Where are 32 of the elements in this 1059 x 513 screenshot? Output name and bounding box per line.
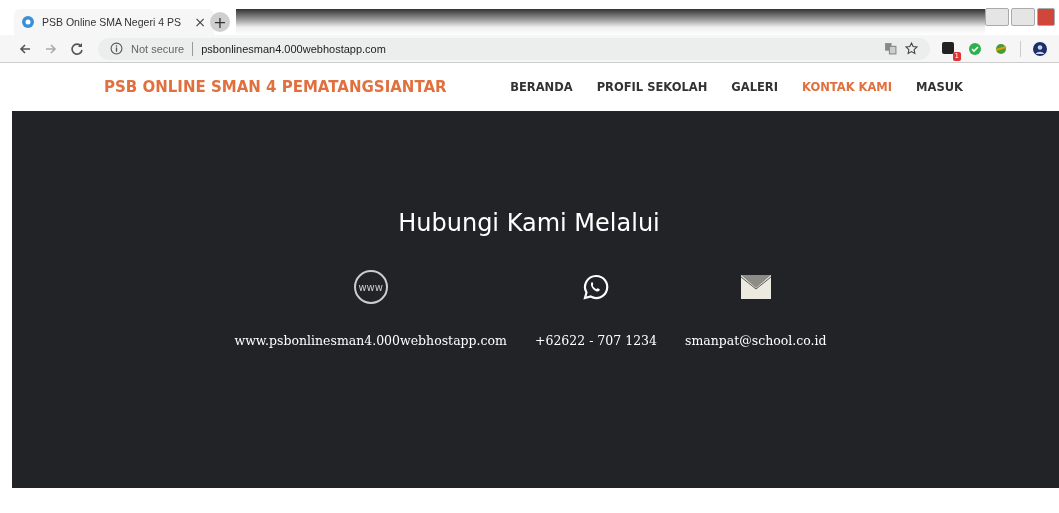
whatsapp-icon — [582, 273, 610, 301]
contact-text: +62622 - 707 1234 — [534, 333, 657, 348]
address-bar[interactable]: Not secure psbonlinesman4.000webhostapp.com — [98, 37, 930, 60]
nav-link[interactable]: GALERI — [731, 80, 778, 94]
contact-text: smanpat@school.co.id — [685, 333, 827, 348]
nav-link[interactable]: BERANDA — [510, 80, 573, 94]
minimize-button[interactable] — [985, 8, 1009, 26]
browser-tab[interactable]: PSB Online SMA Negeri 4 PS × — [14, 9, 214, 35]
back-icon[interactable] — [18, 41, 32, 56]
forward-icon[interactable] — [44, 41, 58, 56]
globe-icon[interactable] — [994, 41, 1008, 56]
reload-icon[interactable] — [70, 41, 84, 56]
security-label: Not secure — [131, 42, 185, 55]
close-button[interactable] — [1037, 8, 1055, 26]
star-icon[interactable] — [905, 42, 918, 55]
section-heading: Hubungi Kami Melalui — [398, 209, 660, 237]
avatar-icon[interactable] — [1033, 41, 1047, 56]
close-tab-button[interactable]: × — [194, 14, 206, 30]
web-icon: www — [353, 270, 388, 304]
maximize-button[interactable] — [1011, 8, 1035, 26]
info-icon — [110, 42, 123, 55]
tab-title: PSB Online SMA Negeri 4 PS — [42, 16, 182, 28]
site-favicon-icon — [22, 16, 34, 28]
translate-icon[interactable] — [884, 42, 897, 55]
nav-link[interactable]: MASUK — [916, 80, 963, 94]
check-icon[interactable] — [968, 41, 982, 56]
url-text: psbonlinesman4.000webhostapp.com — [201, 42, 386, 55]
extension-icon[interactable] — [942, 41, 954, 54]
envelope-icon — [740, 275, 771, 299]
contact-text: www.psbonlinesman4.000webhostapp.com — [234, 333, 507, 348]
nav-link[interactable]: PROFIL SEKOLAH — [596, 80, 708, 94]
new-tab-button[interactable]: + — [210, 12, 230, 32]
